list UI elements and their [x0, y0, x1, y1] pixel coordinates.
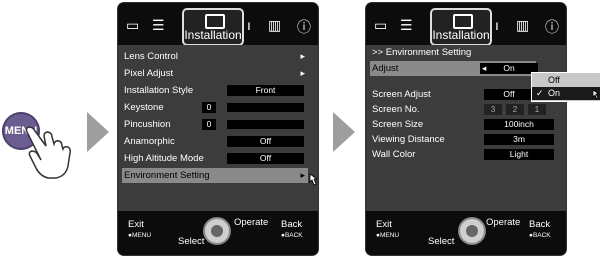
settings-panel-right: ▭ ☰ Installation ı ▥ ⓘ >> Environment Se…: [366, 3, 566, 255]
viewing-distance-value: 3m: [484, 134, 554, 145]
menu-item-pixel-adjust[interactable]: Pixel Adjust ▸: [124, 66, 308, 81]
screen-adjust-value: Off: [484, 89, 534, 100]
menu-item-screen-no[interactable]: Screen No. 3 2 1: [372, 102, 556, 117]
settings-tab-icon[interactable]: ▥: [516, 17, 529, 34]
chevron-right-icon: ▸: [300, 68, 305, 78]
info-tab-icon[interactable]: ⓘ: [297, 17, 311, 37]
menu-list: Lens Control ▸ Pixel Adjust ▸ Installation…: [118, 45, 318, 211]
pincushion-value: 0: [202, 119, 216, 130]
installation-style-value: Front: [227, 85, 304, 96]
screen-no-option-1[interactable]: 1: [528, 104, 546, 115]
menu-item-lens-control[interactable]: Lens Control ▸: [124, 49, 308, 64]
menu-item-wall-color[interactable]: Wall Color Light: [372, 147, 556, 162]
installation-icon: [453, 14, 473, 29]
info-tab-icon[interactable]: ⓘ: [545, 17, 559, 37]
footer: Exit ●MENU Operate Select Back ●BACK: [366, 211, 566, 255]
wall-color-value: Light: [484, 149, 554, 160]
function-tab-icon[interactable]: ı: [495, 17, 499, 33]
select-dial-icon: [458, 217, 486, 245]
arrow-right-icon: [87, 112, 109, 152]
menu-item-high-altitude-mode[interactable]: High Altitude Mode Off: [124, 151, 308, 166]
cursor-hand-icon: [309, 173, 318, 186]
pointing-hand-icon: [25, 126, 71, 179]
chevron-right-icon: ▸: [300, 170, 305, 180]
cursor-hand-icon: [592, 89, 600, 100]
screen-no-option-2[interactable]: 2: [506, 104, 524, 115]
settings-tab-icon[interactable]: ▥: [268, 17, 281, 34]
dropdown-option-off[interactable]: Off: [532, 74, 600, 87]
back-hint: ●BACK: [529, 232, 551, 239]
menu-item-screen-adjust[interactable]: Screen Adjust Off: [372, 87, 556, 102]
chevron-right-icon: ▸: [300, 51, 305, 61]
function-tab-icon[interactable]: ı: [247, 17, 251, 33]
menu-list: >> Environment Setting Adjust ◂ On Scree…: [366, 45, 566, 211]
select-dial-icon: [203, 217, 231, 245]
anamorphic-value: Off: [227, 136, 304, 147]
screen-no-option-3[interactable]: 3: [484, 104, 502, 115]
menu-item-adjust[interactable]: Adjust ◂ On: [370, 61, 538, 76]
installation-icon: [205, 14, 225, 29]
dropdown-option-on[interactable]: ✓ On: [532, 87, 600, 100]
checkmark-icon: ✓: [536, 88, 544, 98]
pincushion-slider[interactable]: [227, 120, 304, 129]
tab-installation[interactable]: Installation: [182, 8, 244, 46]
tab-installation[interactable]: Installation: [430, 8, 492, 46]
menu-item-keystone[interactable]: Keystone 0: [124, 100, 308, 115]
exit-hint: ●MENU: [376, 232, 400, 239]
adjust-value: ◂ On: [480, 63, 538, 74]
keystone-value: 0: [202, 102, 216, 113]
settings-panel-left: ▭ ☰ Installation ı ▥ ⓘ Lens Control ▸ Pix…: [118, 3, 318, 255]
picture-tab-icon[interactable]: ▭: [126, 17, 139, 34]
menu-item-installation-style[interactable]: Installation Style Front: [124, 83, 308, 98]
adjust-dropdown: Off ✓ On: [531, 72, 601, 102]
footer: Exit ●MENU Operate Select Back ●BACK: [118, 211, 318, 255]
menu-item-environment-setting[interactable]: Environment Setting ▸: [122, 168, 308, 183]
menu-item-pincushion[interactable]: Pincushion 0: [124, 117, 308, 132]
exit-hint: ●MENU: [128, 232, 152, 239]
picture-tab-icon[interactable]: ▭: [374, 17, 387, 34]
adjust-tab-icon[interactable]: ☰: [152, 17, 165, 34]
high-altitude-value: Off: [227, 153, 304, 164]
arrow-left-icon: ◂: [482, 63, 487, 73]
adjust-tab-icon[interactable]: ☰: [400, 17, 413, 34]
keystone-slider[interactable]: [227, 103, 304, 112]
breadcrumb: >> Environment Setting: [372, 47, 472, 58]
arrow-right-icon: [333, 112, 355, 152]
menu-item-viewing-distance[interactable]: Viewing Distance 3m: [372, 132, 556, 147]
screen-size-value: 100inch: [484, 119, 554, 130]
tab-bar: ▭ ☰ Installation ı ▥ ⓘ: [366, 3, 566, 46]
back-hint: ●BACK: [281, 232, 303, 239]
menu-item-anamorphic[interactable]: Anamorphic Off: [124, 134, 308, 149]
tab-bar: ▭ ☰ Installation ı ▥ ⓘ: [118, 3, 318, 46]
menu-item-screen-size[interactable]: Screen Size 100inch: [372, 117, 556, 132]
